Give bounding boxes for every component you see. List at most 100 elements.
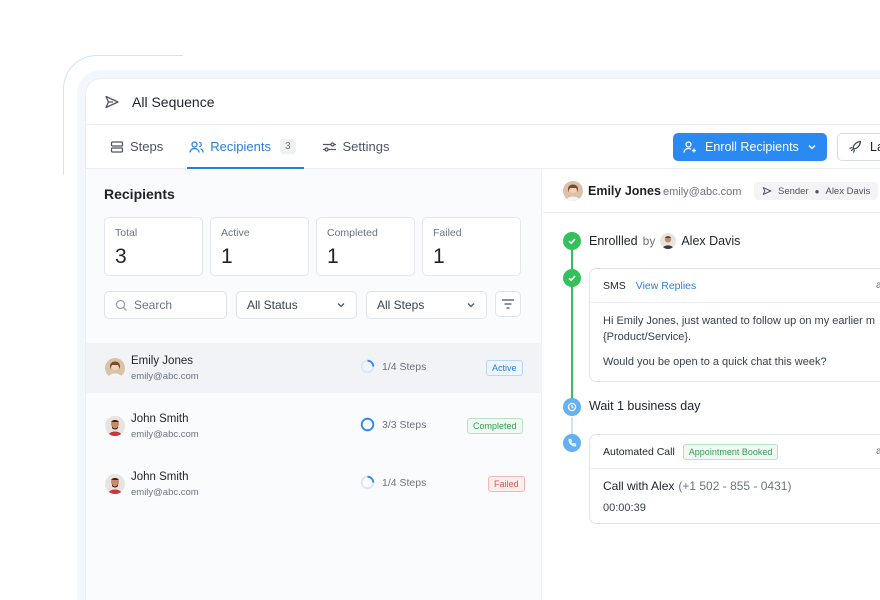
tab-settings-label: Settings <box>342 139 390 154</box>
users-icon <box>189 140 204 153</box>
tab-recipients-count: 3 <box>279 139 296 154</box>
chevron-down-icon <box>808 145 816 150</box>
filter-lines-icon <box>502 299 514 309</box>
search-input[interactable]: Search <box>104 291 227 319</box>
automated-call-card: Automated Call Appointment Booked a Call… <box>589 434 880 524</box>
add-user-icon <box>683 141 696 153</box>
tab-steps-label: Steps <box>130 139 164 154</box>
steps-filter-value: All Steps <box>377 298 425 312</box>
sender-name: Alex Davis <box>825 185 871 197</box>
call-card-header-edge: a <box>876 446 880 457</box>
recipient-steps-text: 1/4 Steps <box>382 476 427 489</box>
recipient-email: emily@abc.com <box>131 371 199 382</box>
steps-filter-select[interactable]: All Steps <box>366 291 487 319</box>
stat-failed: Failed 1 <box>422 217 521 276</box>
recipient-steps: 1/4 Steps <box>360 475 426 490</box>
recipient-name: Emily Jones <box>131 355 193 367</box>
recipient-row[interactable]: Emily Jones emily@abc.com 1/4 Steps Acti… <box>86 343 542 393</box>
call-duration: 00:00:39 <box>603 502 646 514</box>
sms-message-line-1: Hi Emily Jones, just wanted to follow up… <box>603 315 876 343</box>
stat-total: Total 3 <box>104 217 203 276</box>
sms-card-header: SMS View Replies a <box>590 269 880 303</box>
tab-steps[interactable]: Steps <box>108 125 165 168</box>
avatar <box>563 181 583 201</box>
rocket-icon <box>849 140 862 153</box>
filter-button[interactable] <box>495 291 521 317</box>
launch-button-label: La <box>870 140 880 154</box>
recipients-heading: Recipients <box>104 186 175 202</box>
progress-ring-icon <box>360 359 375 374</box>
detail-email: emily@abc.com <box>663 186 742 198</box>
stat-active-label: Active <box>221 227 250 239</box>
recipient-steps: 1/4 Steps <box>360 359 426 374</box>
launch-button[interactable]: La <box>837 133 880 161</box>
avatar <box>105 474 125 494</box>
call-number: (+1 502 - 855 - 0431) <box>678 479 792 493</box>
appointment-booked-badge: Appointment Booked <box>682 443 779 460</box>
stat-failed-label: Failed <box>433 227 462 239</box>
stat-completed-value: 1 <box>327 245 339 268</box>
recipient-row[interactable]: John Smith emily@abc.com 3/3 Steps Compl… <box>86 401 542 451</box>
page-title: All Sequence <box>132 93 215 110</box>
view-replies-link[interactable]: View Replies <box>636 280 697 292</box>
recipient-name: John Smith <box>131 413 189 425</box>
wait-event: Wait 1 business day <box>589 399 700 413</box>
phone-icon <box>563 434 581 452</box>
stat-failed-value: 1 <box>433 245 445 268</box>
stat-active-value: 1 <box>221 245 233 268</box>
detail-name: Emily Jones <box>588 184 661 198</box>
call-card-header: Automated Call Appointment Booked a <box>590 435 880 469</box>
enrolled-text: Enrollled <box>589 234 638 248</box>
sender-label: Sender <box>778 185 809 197</box>
send-icon <box>105 95 119 108</box>
chevron-down-icon <box>337 303 345 308</box>
sms-label: SMS <box>603 279 626 292</box>
search-icon <box>115 299 127 311</box>
progress-ring-icon <box>360 417 375 432</box>
enroll-recipients-button[interactable]: Enroll Recipients <box>673 133 827 161</box>
recipient-email: emily@abc.com <box>131 487 199 498</box>
sms-message: Hi Emily Jones, just wanted to follow up… <box>590 303 880 380</box>
check-icon <box>563 232 581 250</box>
recipients-panel: Recipients Total 3 Active 1 Completed 1 … <box>86 169 542 600</box>
sms-step-card: SMS View Replies a Hi Emily Jones, just … <box>589 268 880 382</box>
wait-text: Wait 1 business day <box>589 399 701 413</box>
stat-total-label: Total <box>115 227 138 239</box>
avatar <box>105 416 125 436</box>
avatar <box>660 233 677 249</box>
tab-recipients[interactable]: Recipients 3 <box>187 125 304 169</box>
stat-active: Active 1 <box>210 217 309 276</box>
sender-chip: Sender ● Alex Davis <box>754 182 879 200</box>
status-filter-select[interactable]: All Status <box>236 291 357 319</box>
recipient-steps-text: 1/4 Steps <box>382 360 427 373</box>
top-bar: All Sequence <box>86 79 880 125</box>
send-icon <box>762 187 772 195</box>
tab-bar: Steps Recipients 3 Settings Enroll Recip… <box>86 125 880 169</box>
detail-header: Emily Jones emily@abc.com Sender ● Alex … <box>543 169 880 213</box>
stat-completed-label: Completed <box>327 227 378 239</box>
enrolled-by-name: Alex Davis <box>681 234 741 248</box>
check-icon <box>563 269 581 287</box>
call-title: Call with Alex (+1 502 - 855 - 0431) <box>603 479 880 493</box>
sequence-app-window: All Sequence Steps Recipients 3 Settings… <box>85 78 880 600</box>
stat-completed: Completed 1 <box>316 217 415 276</box>
recipient-steps: 3/3 Steps <box>360 417 426 432</box>
layers-icon <box>110 140 124 153</box>
sliders-icon <box>322 141 336 152</box>
recipient-row[interactable]: John Smith emily@abc.com 1/4 Steps Faile… <box>86 459 542 509</box>
status-badge: Completed <box>467 418 523 434</box>
recipient-detail-panel: Emily Jones emily@abc.com Sender ● Alex … <box>543 169 880 600</box>
sms-message-line-2: Would you be open to a quick chat this w… <box>603 356 827 368</box>
sms-card-header-edge: a <box>876 280 880 291</box>
status-badge: Failed <box>488 476 525 492</box>
tab-settings[interactable]: Settings <box>320 125 392 168</box>
tab-recipients-label: Recipients <box>210 139 271 154</box>
chevron-down-icon <box>467 303 475 308</box>
stat-total-value: 3 <box>115 245 127 268</box>
avatar <box>105 358 125 378</box>
recipient-steps-text: 3/3 Steps <box>382 418 427 431</box>
recipient-name: John Smith <box>131 471 189 483</box>
call-details: Call with Alex (+1 502 - 855 - 0431) 00:0… <box>590 469 880 523</box>
search-placeholder: Search <box>134 298 173 312</box>
enroll-recipients-label: Enroll Recipients <box>705 140 799 154</box>
